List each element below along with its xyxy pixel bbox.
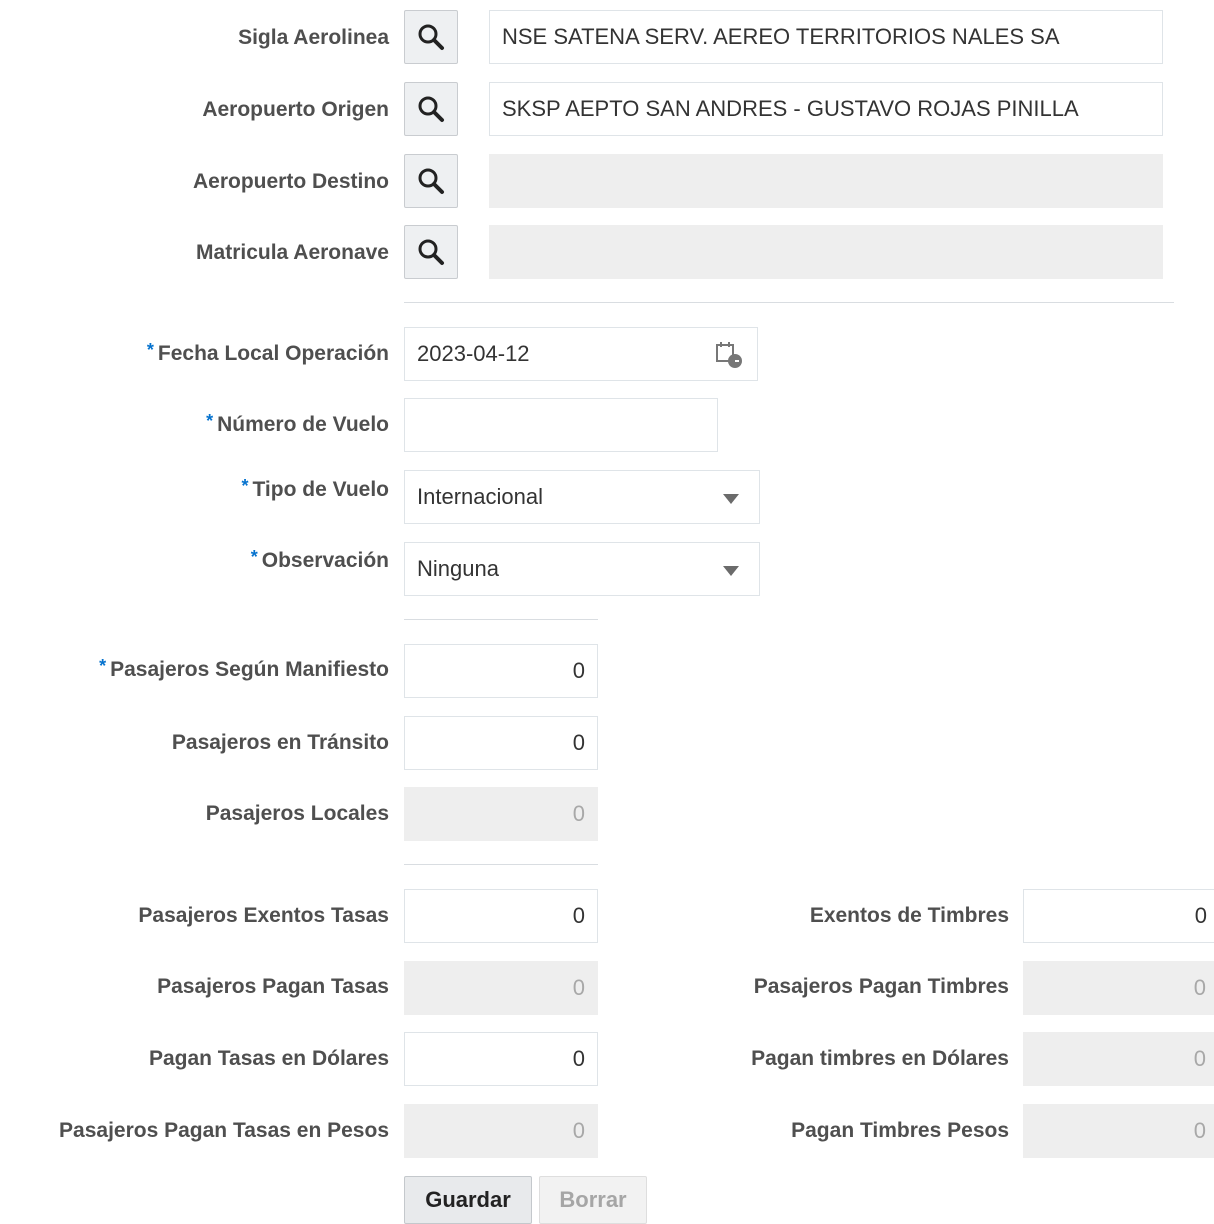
- pagan-tasas-dolares-label: Pagan Tasas en Dólares: [148, 1047, 389, 1070]
- pasajeros-transito-input[interactable]: 0: [404, 716, 598, 770]
- pasajeros-manifiesto-input[interactable]: 0: [404, 644, 598, 698]
- pasajeros-transito-label: Pasajeros en Tránsito: [171, 731, 389, 754]
- aeropuerto-destino-search-button[interactable]: [404, 154, 458, 208]
- section-divider: [404, 619, 598, 620]
- search-icon: [418, 239, 444, 265]
- pagan-tasas-dolares-input[interactable]: 0: [404, 1032, 598, 1086]
- search-icon: [418, 96, 444, 122]
- pasajeros-pagan-timbres-field: 0: [1023, 961, 1214, 1015]
- numero-vuelo-input[interactable]: [404, 398, 718, 452]
- pagan-timbres-pesos-field: 0: [1023, 1104, 1214, 1158]
- pasajeros-exentos-tasas-input[interactable]: 0: [404, 889, 598, 943]
- section-divider: [404, 302, 1174, 303]
- pagan-timbres-pesos-label: Pagan Timbres Pesos: [791, 1119, 1009, 1142]
- chevron-down-icon: [723, 566, 739, 576]
- aeropuerto-origen-field[interactable]: SKSP AEPTO SAN ANDRES - GUSTAVO ROJAS PI…: [489, 82, 1163, 136]
- pasajeros-pagan-tasas-pesos-field: 0: [404, 1104, 598, 1158]
- tipo-vuelo-select[interactable]: Internacional: [404, 470, 760, 524]
- pagan-timbres-dolares-field: 0: [1023, 1032, 1214, 1086]
- search-icon: [418, 24, 444, 50]
- aeropuerto-origen-search-button[interactable]: [404, 82, 458, 136]
- pasajeros-manifiesto-label: * Pasajeros Según Manifiesto: [99, 656, 389, 681]
- fecha-local-operacion-input[interactable]: 2023-04-12: [404, 327, 758, 381]
- pasajeros-locales-field: 0: [404, 787, 598, 841]
- fecha-local-operacion-label: * Fecha Local Operación: [146, 340, 389, 365]
- tipo-vuelo-label: * Tipo de Vuelo: [241, 476, 389, 501]
- numero-vuelo-label: * Número de Vuelo: [206, 411, 389, 436]
- sigla-aerolinea-search-button[interactable]: [404, 10, 458, 64]
- guardar-button[interactable]: Guardar: [404, 1176, 532, 1224]
- matricula-aeronave-label: Matricula Aeronave: [196, 241, 389, 264]
- search-icon: [418, 168, 444, 194]
- borrar-button[interactable]: Borrar: [539, 1176, 647, 1224]
- pasajeros-pagan-timbres-label: Pasajeros Pagan Timbres: [753, 975, 1009, 998]
- aeropuerto-origen-label: Aeropuerto Origen: [202, 98, 389, 121]
- observacion-select[interactable]: Ninguna: [404, 542, 760, 596]
- matricula-aeronave-search-button[interactable]: [404, 225, 458, 279]
- chevron-down-icon: [723, 494, 739, 504]
- pasajeros-pagan-tasas-field: 0: [404, 961, 598, 1015]
- section-divider: [404, 864, 598, 865]
- exentos-timbres-label: Exentos de Timbres: [809, 904, 1009, 927]
- pasajeros-exentos-tasas-label: Pasajeros Exentos Tasas: [138, 904, 389, 927]
- sigla-aerolinea-label: Sigla Aerolinea: [238, 26, 389, 49]
- exentos-timbres-input[interactable]: 0: [1023, 889, 1214, 943]
- calendar-clock-icon[interactable]: [713, 339, 745, 371]
- pasajeros-locales-label: Pasajeros Locales: [205, 802, 389, 825]
- aeropuerto-destino-field: [489, 154, 1163, 208]
- aeropuerto-destino-label: Aeropuerto Destino: [192, 170, 389, 193]
- pasajeros-pagan-tasas-pesos-label: Pasajeros Pagan Tasas en Pesos: [59, 1119, 389, 1142]
- observacion-label: * Observación: [250, 547, 389, 572]
- sigla-aerolinea-field[interactable]: NSE SATENA SERV. AEREO TERRITORIOS NALES…: [489, 10, 1163, 64]
- pasajeros-pagan-tasas-label: Pasajeros Pagan Tasas: [157, 975, 389, 998]
- pagan-timbres-dolares-label: Pagan timbres en Dólares: [751, 1047, 1009, 1070]
- matricula-aeronave-field: [489, 225, 1163, 279]
